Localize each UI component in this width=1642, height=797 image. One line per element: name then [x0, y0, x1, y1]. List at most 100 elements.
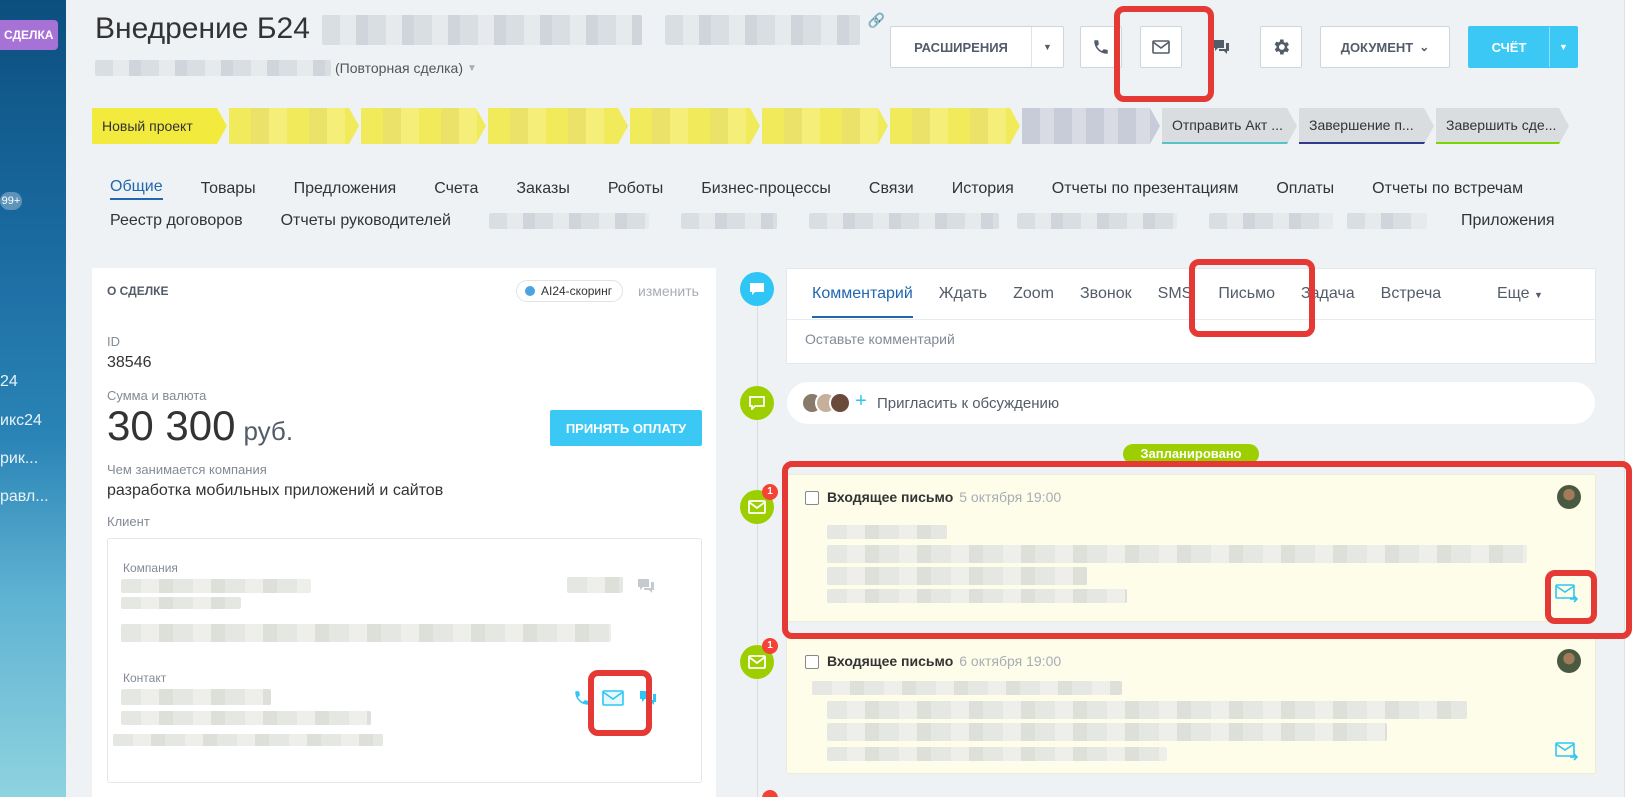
tab-item[interactable]: Отчеты по встречам — [1372, 180, 1523, 198]
email-title: Входящее письмо 5 октября 19:00 — [827, 489, 1061, 505]
tab-redacted[interactable] — [680, 213, 777, 229]
chevron-down-icon[interactable]: ▼ — [1031, 27, 1063, 67]
phone-icon[interactable] — [573, 689, 591, 707]
stage-send-act[interactable]: Отправить Акт ... — [1162, 108, 1297, 144]
tab-item[interactable]: История — [952, 180, 1014, 198]
email-card[interactable]: Входящее письмо 5 октября 19:00 — [786, 474, 1596, 622]
composer-tab[interactable]: Задача — [1301, 285, 1355, 318]
accept-payment-button[interactable]: ПРИНЯТЬ ОПЛАТУ — [550, 410, 702, 446]
tab-item[interactable]: Роботы — [608, 180, 663, 198]
stage-redacted[interactable] — [1022, 108, 1160, 144]
deal-subtitle: (Повторная сделка) ▼ — [95, 60, 477, 76]
email-date: 6 октября 19:00 — [959, 653, 1062, 669]
complete-checkbox[interactable] — [805, 491, 819, 505]
redacted-subtitle — [95, 60, 331, 76]
stage-redacted[interactable] — [890, 108, 1020, 144]
composer-tab[interactable]: Встреча — [1381, 285, 1442, 318]
mail-icon[interactable] — [602, 690, 624, 706]
tab-item[interactable]: Бизнес-процессы — [701, 180, 831, 198]
stage-redacted[interactable] — [630, 108, 760, 144]
chevron-down-icon: ▼ — [1534, 290, 1543, 300]
call-button[interactable] — [1080, 26, 1122, 68]
sum-currency: руб. — [243, 416, 294, 446]
tab-redacted[interactable] — [1208, 213, 1333, 229]
deal-info-panel: О СДЕЛКЕ AI24-скоринг изменить ID 38546 … — [92, 268, 716, 797]
tab-applications[interactable]: Приложения — [1461, 212, 1555, 230]
redacted-company-name — [121, 579, 311, 593]
stage-finish-deal[interactable]: Завершить сде... — [1436, 108, 1569, 144]
redacted-email-line — [827, 567, 1087, 585]
composer-tab[interactable]: Звонок — [1080, 285, 1132, 318]
planned-label: Запланировано — [1123, 444, 1259, 464]
composer-tab[interactable]: SMS — [1158, 285, 1193, 318]
email-title-text: Входящее письмо — [827, 653, 954, 669]
redacted-email-line — [812, 681, 1122, 695]
page-title: Внедрение Б24 🔗 — [95, 12, 885, 46]
email-button[interactable] — [1140, 26, 1182, 68]
composer-tab[interactable]: Ждать — [939, 285, 987, 318]
chevron-down-icon[interactable]: ▼ — [1549, 27, 1577, 67]
sidebar-tag-deal[interactable]: СДЕЛКА — [0, 20, 58, 50]
tab-item[interactable]: Отчеты по презентациям — [1052, 180, 1239, 198]
tab-item[interactable]: Общие — [110, 178, 163, 200]
tab-item[interactable]: Товары — [201, 180, 256, 198]
tab-item[interactable]: Предложения — [294, 180, 397, 198]
sum-value: 30 300 руб. — [107, 402, 293, 450]
invoice-button[interactable]: СЧЁТ ▼ — [1468, 26, 1578, 68]
tab-redacted[interactable] — [1346, 213, 1427, 229]
sidebar-item-2[interactable]: икс24 — [0, 412, 42, 430]
tab-contract-registry[interactable]: Реестр договоров — [110, 212, 243, 230]
redacted-email-line — [827, 723, 1387, 741]
complete-checkbox[interactable] — [805, 655, 819, 669]
chat-icon[interactable] — [638, 689, 658, 707]
comment-input[interactable]: Оставьте комментарий — [805, 331, 955, 347]
avatar — [1557, 649, 1581, 673]
tab-item[interactable]: Счета — [434, 180, 478, 198]
stage-new-project[interactable]: Новый проект — [92, 108, 227, 144]
settings-button[interactable] — [1260, 26, 1302, 68]
tab-redacted[interactable] — [1016, 213, 1177, 229]
composer-more-tab[interactable]: Еще ▼ — [1497, 285, 1543, 303]
tab-item[interactable]: Оплаты — [1276, 180, 1334, 198]
chat-icon[interactable] — [636, 577, 656, 595]
email-card[interactable]: Входящее письмо 6 октября 19:00 — [786, 638, 1596, 774]
company-activity-value: разработка мобильных приложений и сайтов — [107, 482, 444, 499]
deal-tabs-row1: Общие Товары Предложения Счета Заказы Роботы Б… — [110, 178, 1561, 200]
redacted-company-info — [121, 597, 241, 609]
chat-button[interactable] — [1200, 26, 1242, 68]
client-label: Клиент — [107, 514, 150, 529]
composer-tab[interactable]: Письмо — [1218, 285, 1275, 318]
tab-redacted[interactable] — [488, 213, 649, 229]
reply-mail-icon[interactable] — [1555, 741, 1579, 761]
tab-item[interactable]: Связи — [869, 180, 914, 198]
link-icon[interactable]: 🔗 — [868, 12, 885, 28]
stage-redacted[interactable] — [762, 108, 888, 144]
composer-tab[interactable]: Zoom — [1013, 285, 1054, 318]
ai-scoring-button[interactable]: AI24-скоринг — [516, 280, 624, 302]
sidebar-item-4[interactable]: равл... — [0, 488, 49, 506]
contact-label: Контакт — [123, 671, 167, 685]
stage-completion[interactable]: Завершение п... — [1299, 108, 1434, 144]
edit-link[interactable]: изменить — [638, 283, 699, 299]
stage-redacted[interactable] — [229, 108, 359, 144]
more-label: Еще — [1497, 285, 1530, 302]
sidebar-item-3[interactable]: рик... — [0, 450, 38, 468]
document-button[interactable]: ДОКУМЕНТ ⌄ — [1320, 26, 1450, 68]
reply-mail-icon[interactable] — [1555, 583, 1579, 603]
tab-redacted[interactable] — [808, 213, 999, 229]
stage-label: Отправить Акт ... — [1172, 117, 1283, 133]
plus-icon[interactable]: + — [849, 390, 873, 414]
invite-discussion[interactable]: + Пригласить к обсуждению — [786, 381, 1596, 425]
stage-redacted[interactable] — [361, 108, 486, 144]
extensions-button[interactable]: РАСШИРЕНИЯ ▼ — [890, 26, 1064, 68]
mail-icon — [748, 500, 766, 514]
composer-tab[interactable]: Комментарий — [812, 285, 913, 318]
tab-manager-reports[interactable]: Отчеты руководителей — [281, 212, 451, 230]
invoice-label: СЧЁТ — [1491, 39, 1527, 55]
sidebar-item-1[interactable]: 24 — [0, 373, 18, 391]
stage-redacted[interactable] — [488, 108, 628, 144]
tab-item[interactable]: Заказы — [516, 180, 569, 198]
comment-timeline-icon — [740, 272, 774, 306]
redacted-email-line — [827, 747, 1167, 761]
chevron-down-icon[interactable]: ▼ — [467, 63, 477, 74]
